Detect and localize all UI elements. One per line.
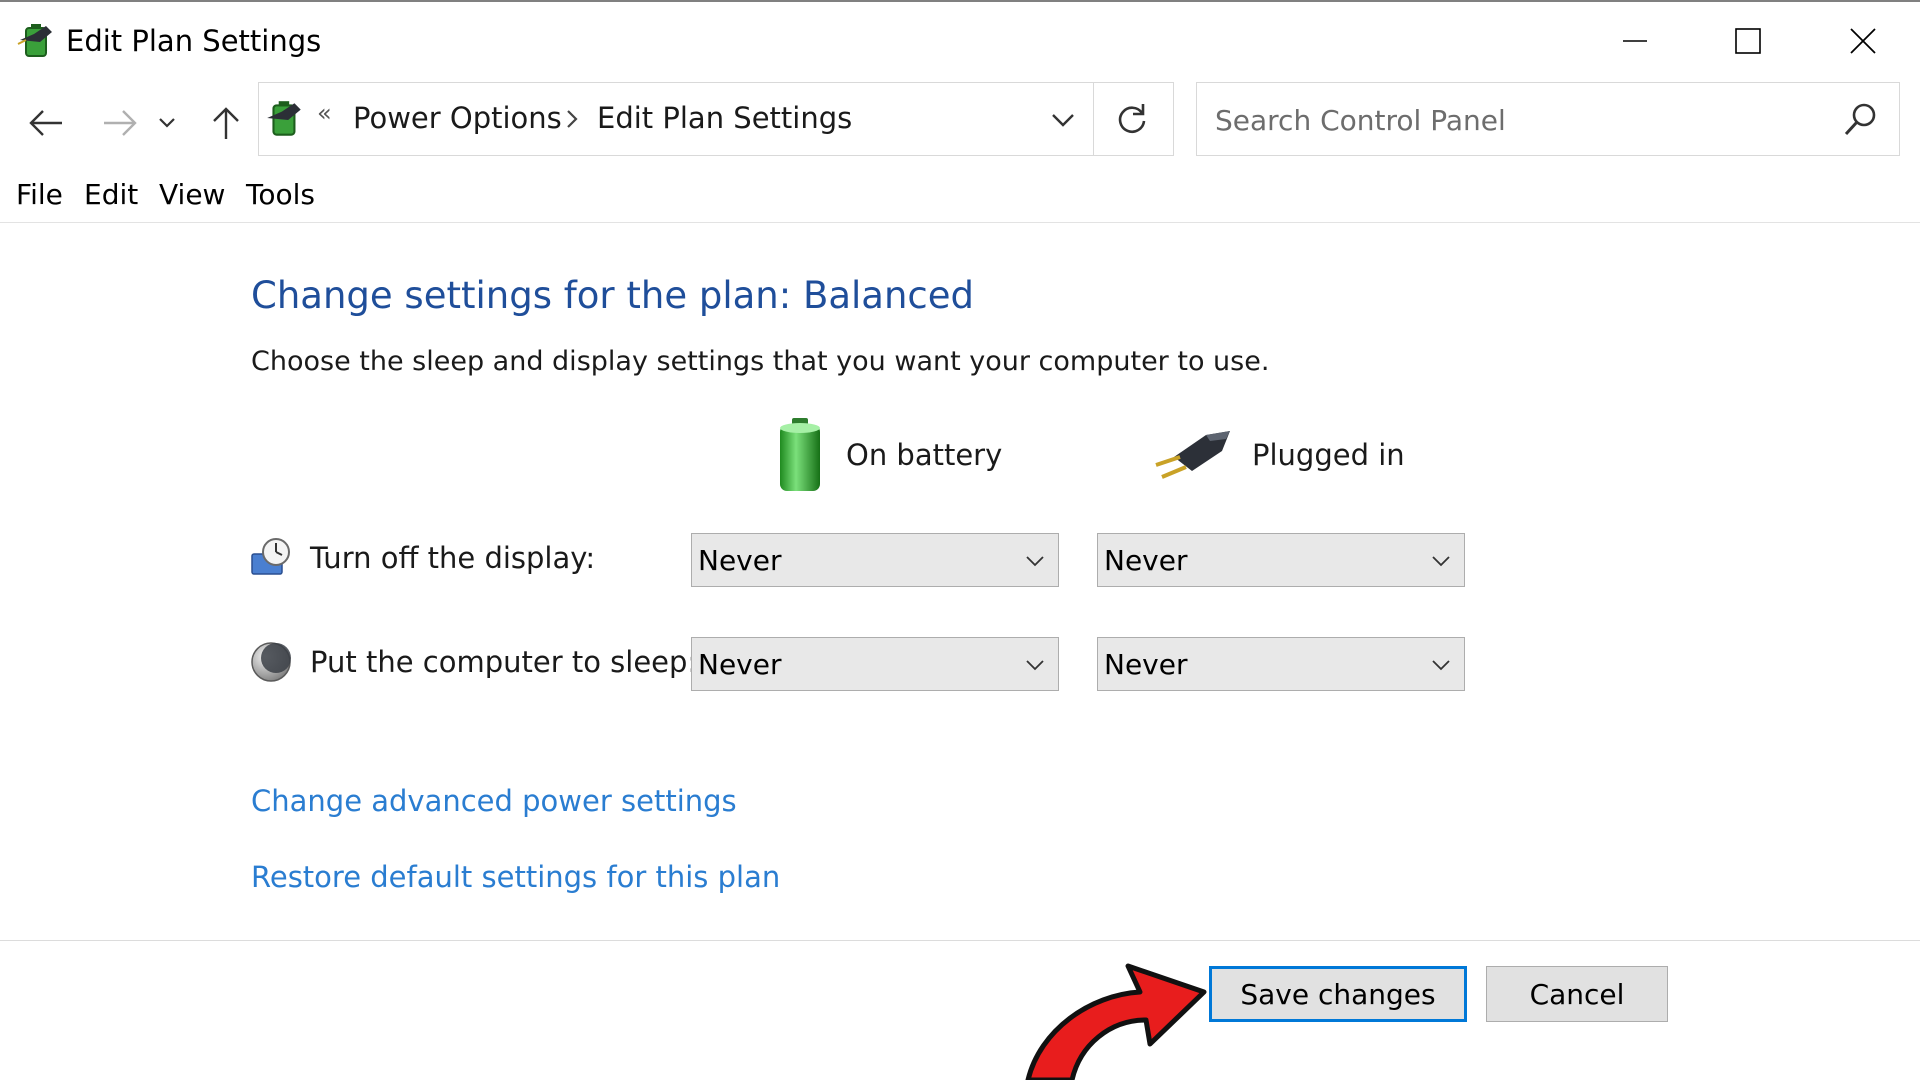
menu-file[interactable]: File xyxy=(16,178,63,211)
arrow-left-icon xyxy=(29,110,62,136)
column-header-battery: On battery xyxy=(772,414,1002,496)
chevron-down-icon xyxy=(1026,660,1044,671)
column-label-plugged: Plugged in xyxy=(1252,438,1405,472)
minimize-button[interactable] xyxy=(1585,12,1685,70)
breadcrumb-edit-plan-settings[interactable]: Edit Plan Settings xyxy=(597,101,852,135)
menu-bar: File Edit View Tools xyxy=(0,176,1920,223)
page-title: Change settings for the plan: Balanced xyxy=(251,274,975,317)
search-box[interactable] xyxy=(1196,82,1900,156)
select-value: Never xyxy=(698,648,782,681)
battery-icon xyxy=(780,418,820,491)
address-history-dropdown[interactable] xyxy=(1039,97,1087,143)
refresh-button[interactable] xyxy=(1102,94,1162,144)
chevron-right-icon[interactable] xyxy=(563,107,581,131)
maximize-icon xyxy=(1735,28,1761,54)
window-title: Edit Plan Settings xyxy=(66,24,322,58)
address-bar[interactable]: « Power Options Edit Plan Settings xyxy=(258,82,1174,156)
menu-view[interactable]: View xyxy=(159,178,225,211)
search-icon[interactable] xyxy=(1841,99,1881,139)
footer-divider xyxy=(0,940,1920,941)
cancel-button[interactable]: Cancel xyxy=(1486,966,1668,1022)
select-value: Never xyxy=(1104,544,1188,577)
annotation-arrow-icon xyxy=(1025,963,1207,1080)
close-button[interactable] xyxy=(1813,12,1913,70)
display-plugged-select[interactable]: Never xyxy=(1097,533,1465,587)
column-header-plugged: Plugged in xyxy=(1152,414,1405,496)
power-plug-icon xyxy=(1155,431,1230,479)
up-button[interactable] xyxy=(202,100,250,146)
page-description: Choose the sleep and display settings th… xyxy=(251,346,1270,377)
address-divider xyxy=(1093,83,1094,155)
arrow-right-icon xyxy=(104,110,137,136)
save-changes-button[interactable]: Save changes xyxy=(1209,966,1467,1022)
maximize-button[interactable] xyxy=(1698,12,1798,70)
restore-default-settings-link[interactable]: Restore default settings for this plan xyxy=(251,860,780,894)
chevron-down-icon xyxy=(1026,556,1044,567)
title-bar: Edit Plan Settings xyxy=(0,0,1920,80)
row-label-sleep: Put the computer to sleep: xyxy=(310,645,698,679)
search-input[interactable] xyxy=(1213,95,1817,145)
chevron-down-icon xyxy=(1432,556,1450,567)
close-icon xyxy=(1850,28,1876,54)
sleep-moon-icon xyxy=(251,642,291,682)
refresh-icon xyxy=(1118,104,1146,134)
minimize-icon xyxy=(1623,40,1647,42)
breadcrumb-power-options[interactable]: Power Options xyxy=(353,101,562,135)
arrow-up-icon xyxy=(213,107,239,139)
display-timer-icon xyxy=(251,538,290,575)
power-options-icon xyxy=(17,24,52,57)
menu-edit[interactable]: Edit xyxy=(84,178,138,211)
menu-tools[interactable]: Tools xyxy=(246,178,315,211)
column-label-battery: On battery xyxy=(846,438,1003,472)
chevron-down-icon xyxy=(1052,114,1074,127)
display-battery-select[interactable]: Never xyxy=(691,533,1059,587)
select-value: Never xyxy=(1104,648,1188,681)
breadcrumb-overflow[interactable]: « xyxy=(317,99,332,127)
sleep-plugged-select[interactable]: Never xyxy=(1097,637,1465,691)
recent-locations-button[interactable] xyxy=(153,100,181,146)
change-advanced-power-settings-link[interactable]: Change advanced power settings xyxy=(251,784,737,818)
select-value: Never xyxy=(698,544,782,577)
back-button[interactable] xyxy=(22,100,70,146)
edit-plan-settings-window: Edit Plan Settings « Power Options Edit … xyxy=(0,0,1920,1080)
sleep-battery-select[interactable]: Never xyxy=(691,637,1059,691)
power-options-icon xyxy=(267,101,301,136)
chevron-down-icon xyxy=(159,118,175,128)
navigation-row: « Power Options Edit Plan Settings xyxy=(0,82,1920,160)
row-label-turn-off-display: Turn off the display: xyxy=(310,541,596,575)
forward-button[interactable] xyxy=(96,100,144,146)
chevron-down-icon xyxy=(1432,660,1450,671)
